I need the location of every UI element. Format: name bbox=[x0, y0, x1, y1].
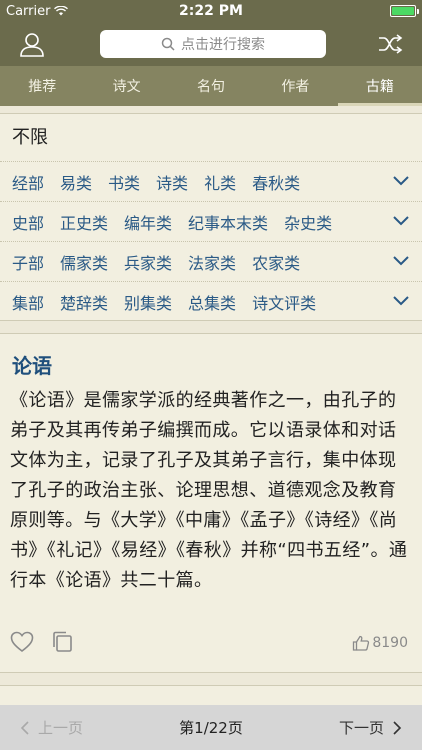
filter-item[interactable]: 兵家类 bbox=[124, 250, 172, 274]
filter-item[interactable]: 诗类 bbox=[156, 170, 188, 194]
filter-item[interactable]: 诗文评类 bbox=[252, 290, 316, 314]
book-description: 《论语》是儒家学派的经典著作之一，由孔子的弟子及其再传弟子编撰而成。它以语录体和… bbox=[10, 390, 408, 591]
chevron-left-icon bbox=[20, 720, 29, 735]
tab-authors[interactable]: 作者 bbox=[253, 66, 337, 106]
filter-all[interactable]: 不限 bbox=[0, 114, 422, 162]
filter-item[interactable]: 易类 bbox=[60, 170, 92, 194]
thumbs-up-icon bbox=[353, 635, 370, 651]
book-card: 论语 《论语》是儒家学派的经典著作之一，由孔子的弟子及其再传弟子编撰而成。它以语… bbox=[0, 333, 422, 673]
shuffle-icon bbox=[379, 34, 403, 54]
filter-row-shi: 史部 正史类 编年类 纪事本末类 杂史类 bbox=[0, 202, 422, 242]
filter-item[interactable]: 史部 bbox=[12, 210, 44, 234]
user-icon bbox=[20, 33, 44, 57]
chevron-down-icon[interactable] bbox=[392, 174, 410, 188]
filter-row-zi: 子部 儒家类 兵家类 法家类 农家类 bbox=[0, 242, 422, 282]
filter-item[interactable]: 杂史类 bbox=[284, 210, 332, 234]
status-bar: Carrier 2:22 PM bbox=[0, 0, 422, 22]
next-page-button[interactable]: 下一页 bbox=[339, 717, 402, 738]
filter-item[interactable]: 正史类 bbox=[60, 210, 108, 234]
category-filter: 不限 经部 易类 书类 诗类 礼类 春秋类 史部 正史类 编年类 纪事本末类 杂… bbox=[0, 113, 422, 321]
filter-item[interactable]: 书类 bbox=[108, 170, 140, 194]
filter-item[interactable]: 春秋类 bbox=[252, 170, 300, 194]
search-icon bbox=[161, 37, 175, 51]
filter-item[interactable]: 子部 bbox=[12, 250, 44, 274]
filter-item[interactable]: 纪事本末类 bbox=[188, 210, 268, 234]
prev-page-button[interactable]: 上一页 bbox=[20, 717, 83, 738]
filter-item[interactable]: 集部 bbox=[12, 290, 44, 314]
filter-item[interactable]: 编年类 bbox=[124, 210, 172, 234]
tab-quotes[interactable]: 名句 bbox=[169, 66, 253, 106]
filter-item[interactable]: 经部 bbox=[12, 170, 44, 194]
wifi-icon bbox=[54, 6, 69, 16]
status-left: Carrier bbox=[6, 4, 146, 19]
nav-bar: 点击进行搜索 bbox=[0, 22, 422, 66]
heart-icon[interactable] bbox=[10, 631, 34, 653]
chevron-down-icon[interactable] bbox=[392, 214, 410, 228]
next-page-label: 下一页 bbox=[338, 719, 384, 737]
tab-bar: 推荐 诗文 名句 作者 古籍 bbox=[0, 66, 422, 106]
filter-item[interactable]: 法家类 bbox=[188, 250, 236, 274]
tab-poems[interactable]: 诗文 bbox=[84, 66, 168, 106]
pagination-bar: 上一页 第1/22页 下一页 bbox=[0, 705, 422, 750]
filter-row-jing: 经部 易类 书类 诗类 礼类 春秋类 bbox=[0, 162, 422, 202]
filter-item[interactable]: 儒家类 bbox=[60, 250, 108, 274]
search-placeholder: 点击进行搜索 bbox=[181, 37, 265, 53]
status-right bbox=[276, 5, 419, 17]
book-title[interactable]: 论语 bbox=[12, 350, 52, 379]
like-count-value: 8190 bbox=[372, 635, 408, 651]
carrier-label: Carrier bbox=[6, 3, 51, 19]
chevron-down-icon[interactable] bbox=[392, 294, 410, 308]
page-indicator: 第1/22页 bbox=[179, 719, 243, 737]
filter-item[interactable]: 礼类 bbox=[204, 170, 236, 194]
like-count[interactable]: 8190 bbox=[352, 635, 408, 651]
shuffle-button[interactable] bbox=[358, 22, 422, 66]
tab-recommend[interactable]: 推荐 bbox=[0, 66, 84, 106]
profile-button[interactable] bbox=[0, 22, 64, 66]
filter-item[interactable]: 楚辞类 bbox=[60, 290, 108, 314]
prev-page-label: 上一页 bbox=[38, 719, 84, 737]
filter-item[interactable]: 总集类 bbox=[188, 290, 236, 314]
filter-row-ji: 集部 楚辞类 别集类 总集类 诗文评类 bbox=[0, 282, 422, 322]
card-actions bbox=[10, 631, 74, 653]
search-input[interactable]: 点击进行搜索 bbox=[100, 30, 326, 58]
clock: 2:22 PM bbox=[179, 3, 243, 19]
battery-icon bbox=[390, 5, 419, 17]
copy-icon[interactable] bbox=[50, 631, 74, 653]
filter-item[interactable]: 别集类 bbox=[124, 290, 172, 314]
filter-item[interactable]: 农家类 bbox=[252, 250, 300, 274]
chevron-right-icon bbox=[393, 720, 402, 735]
chevron-down-icon[interactable] bbox=[392, 254, 410, 268]
tab-classics[interactable]: 古籍 bbox=[337, 66, 422, 106]
